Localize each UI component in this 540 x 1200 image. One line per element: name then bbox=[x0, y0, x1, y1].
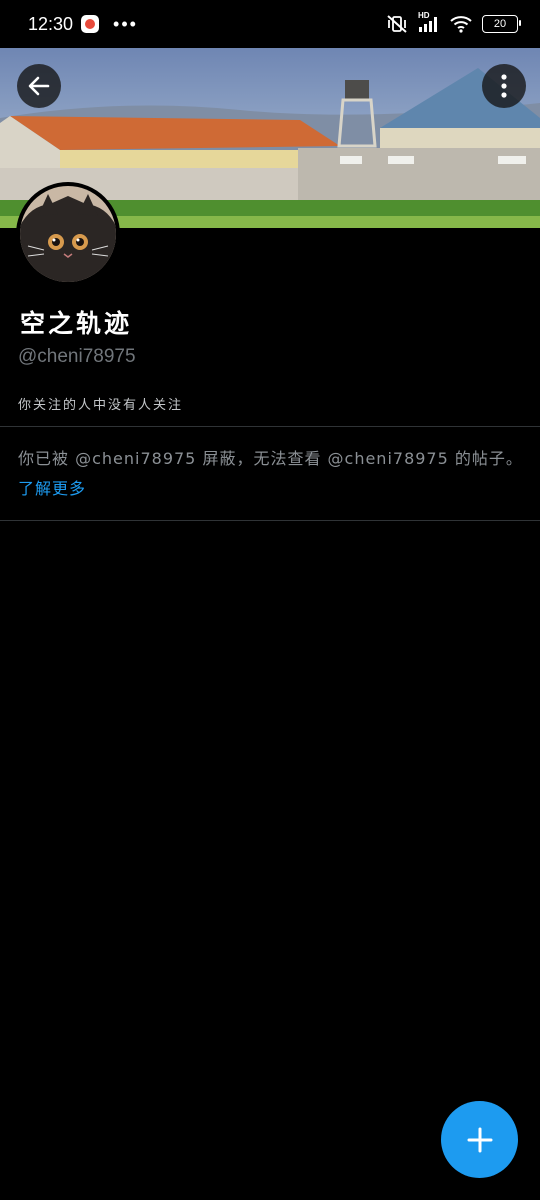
blocked-notice: 你已被 @cheni78975 屏蔽，无法查看 @cheni78975 的帖子。… bbox=[18, 444, 523, 504]
learn-more-link[interactable]: 了解更多 bbox=[18, 479, 86, 498]
network-label: HD bbox=[418, 11, 430, 20]
divider-top bbox=[0, 426, 540, 427]
vibrate-muted-icon bbox=[387, 15, 407, 33]
more-options-button[interactable] bbox=[482, 64, 526, 108]
compose-button[interactable] bbox=[441, 1101, 518, 1178]
more-notifications-icon: ••• bbox=[113, 13, 138, 34]
notification-app-icon bbox=[81, 15, 100, 33]
status-bar: 12:30 ••• HD 20 bbox=[0, 0, 540, 48]
followers-you-know[interactable]: 你关注的人中没有人关注 bbox=[18, 394, 183, 413]
arrow-left-icon bbox=[28, 76, 50, 96]
signal-icon: HD bbox=[418, 11, 440, 33]
profile-handle: @cheni78975 bbox=[18, 346, 136, 367]
divider-bottom bbox=[0, 520, 540, 521]
more-vertical-icon bbox=[501, 74, 507, 98]
blocked-notice-text: 你已被 @cheni78975 屏蔽，无法查看 @cheni78975 的帖子。 bbox=[18, 449, 523, 468]
plus-icon bbox=[467, 1127, 492, 1152]
back-button[interactable] bbox=[17, 64, 61, 108]
battery-icon: 20 bbox=[482, 15, 521, 33]
avatar-image bbox=[20, 186, 116, 282]
wifi-icon bbox=[450, 16, 472, 33]
profile-name: 空之轨迹 bbox=[20, 309, 133, 338]
avatar[interactable] bbox=[16, 182, 120, 286]
status-time: 12:30 bbox=[28, 13, 74, 34]
